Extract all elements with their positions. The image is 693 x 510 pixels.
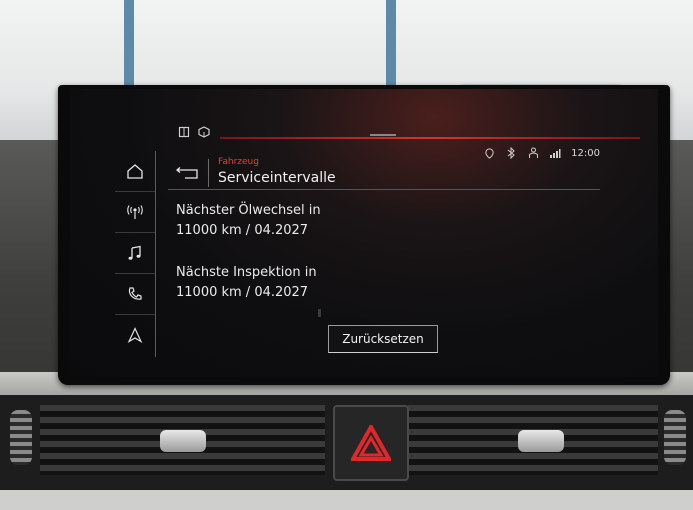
inspection-value: 11000 km / 04.2027 (176, 285, 309, 300)
breadcrumb: Fahrzeug (218, 157, 259, 167)
top-left-icons (178, 126, 210, 138)
oil-change-info: Nächster Ölwechsel in 11000 km / 04.2027 (176, 201, 321, 241)
clock: 12:00 (571, 147, 600, 159)
cube-icon[interactable] (198, 126, 210, 138)
sidebar (115, 151, 156, 357)
person-icon (527, 147, 539, 159)
navigation-icon (127, 327, 143, 343)
page-title: Serviceintervalle (218, 170, 336, 186)
display-bezel: 12:00 Fahrzeug Serviceintervalle Nächste… (58, 85, 670, 385)
inspection-info: Nächste Inspektion in 11000 km / 04.2027 (176, 263, 317, 303)
reset-button[interactable]: Zurücksetzen (328, 325, 438, 353)
vent-knob-right[interactable] (518, 430, 564, 452)
side-vent-left (10, 410, 32, 465)
oil-change-label: Nächster Ölwechsel in (176, 203, 321, 218)
location-pin-icon (483, 147, 495, 159)
floor-trim (0, 490, 693, 510)
inspection-label: Nächste Inspektion in (176, 265, 317, 280)
header-divider (168, 189, 600, 190)
side-vent-right (664, 410, 686, 465)
infotainment-screen: 12:00 Fahrzeug Serviceintervalle Nächste… (70, 89, 658, 377)
pull-down-handle[interactable] (370, 134, 396, 136)
sidebar-item-navigation[interactable] (115, 315, 155, 355)
back-button[interactable] (168, 159, 209, 187)
sidebar-item-radio[interactable] (115, 192, 155, 233)
vent-knob-left[interactable] (160, 430, 206, 452)
radio-icon (127, 205, 143, 219)
door-icon[interactable] (178, 126, 190, 138)
scroll-indicator (318, 309, 321, 317)
background-pillar (386, 0, 396, 95)
sidebar-item-home[interactable] (115, 151, 155, 192)
signal-icon (549, 147, 561, 159)
sidebar-item-phone[interactable] (115, 274, 155, 315)
hazard-triangle-icon (351, 425, 391, 461)
accent-line (220, 137, 640, 139)
phone-icon (128, 287, 142, 300)
status-bar: 12:00 (483, 147, 600, 159)
bluetooth-icon (505, 147, 517, 159)
hazard-button[interactable] (333, 405, 409, 481)
home-icon (127, 164, 143, 179)
sidebar-item-media[interactable] (115, 233, 155, 274)
music-icon (128, 245, 141, 260)
back-arrow-icon (175, 167, 198, 179)
oil-change-value: 11000 km / 04.2027 (176, 223, 309, 238)
background-pillar (124, 0, 134, 95)
